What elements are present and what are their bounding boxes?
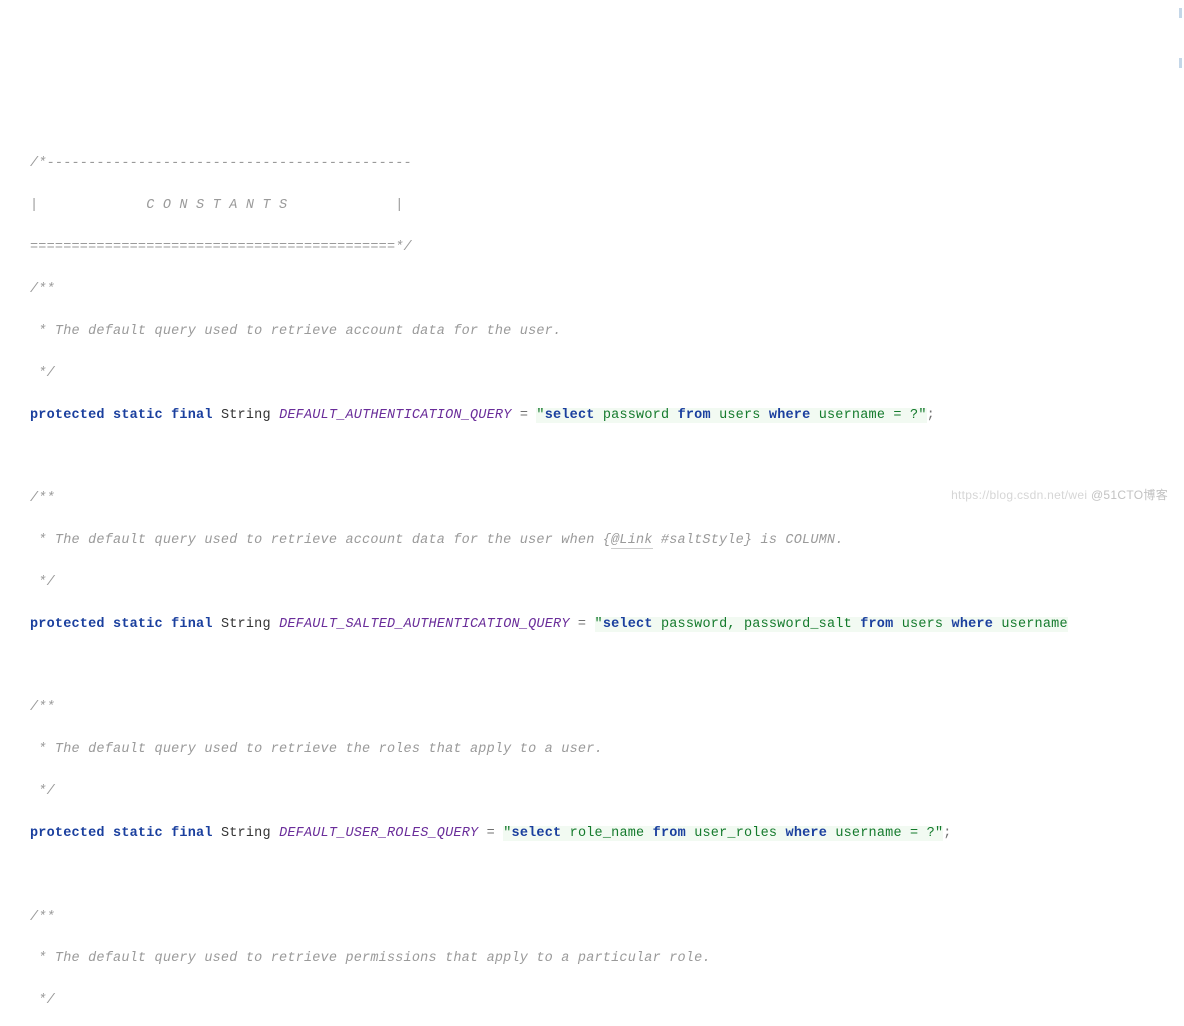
scroll-marker	[1179, 58, 1182, 68]
string: password, password_salt	[653, 617, 861, 632]
string-quote: "	[595, 617, 603, 632]
field-declaration: protected static final String DEFAULT_US…	[30, 824, 1184, 845]
keyword: protected static final	[30, 408, 213, 423]
string-quote: "	[918, 408, 926, 423]
comment-line: ========================================…	[30, 238, 1184, 259]
operator: =	[570, 617, 595, 632]
string: username	[993, 617, 1068, 632]
javadoc-line: * The default query used to retrieve acc…	[30, 531, 1184, 552]
watermark: https://blog.csdn.net/wei @51CTO博客	[951, 486, 1168, 505]
field-declaration: protected static final String DEFAULT_AU…	[30, 406, 1184, 427]
string: user_roles	[686, 826, 786, 841]
javadoc-line: * The default query used to retrieve acc…	[30, 322, 1184, 343]
semicolon: ;	[927, 408, 935, 423]
constant-name: DEFAULT_AUTHENTICATION_QUERY	[279, 408, 511, 423]
sql-keyword: select	[545, 408, 595, 423]
keyword: protected static final	[30, 826, 213, 841]
type: String	[221, 408, 271, 423]
string: password	[595, 408, 678, 423]
type: String	[221, 617, 271, 632]
scroll-marker	[1179, 8, 1182, 18]
sql-keyword: select	[603, 617, 653, 632]
type: String	[221, 826, 271, 841]
javadoc-line: * The default query used to retrieve per…	[30, 949, 1184, 970]
string-quote: "	[503, 826, 511, 841]
field-declaration: protected static final String DEFAULT_SA…	[30, 615, 1184, 636]
sql-keyword: from	[653, 826, 686, 841]
javadoc-line: /**	[30, 698, 1184, 719]
comment-line: /*--------------------------------------…	[30, 154, 1184, 175]
semicolon: ;	[943, 826, 951, 841]
javadoc-line: */	[30, 991, 1184, 1012]
string: username = ?	[810, 408, 918, 423]
comment-line: | C O N S T A N T S |	[30, 196, 1184, 217]
sql-keyword: where	[952, 617, 994, 632]
constant-name: DEFAULT_SALTED_AUTHENTICATION_QUERY	[279, 617, 570, 632]
blank-line	[30, 866, 1184, 887]
keyword: protected static final	[30, 617, 213, 632]
operator: =	[512, 408, 537, 423]
sql-keyword: from	[678, 408, 711, 423]
sql-keyword: where	[786, 826, 828, 841]
javadoc-line: /**	[30, 908, 1184, 929]
sql-keyword: select	[512, 826, 562, 841]
sql-keyword: where	[769, 408, 811, 423]
string: users	[893, 617, 951, 632]
blank-line	[30, 447, 1184, 468]
string-quote: "	[536, 408, 544, 423]
constant-name: DEFAULT_USER_ROLES_QUERY	[279, 826, 478, 841]
string-quote: "	[935, 826, 943, 841]
sql-keyword: from	[860, 617, 893, 632]
javadoc-line: * The default query used to retrieve the…	[30, 740, 1184, 761]
operator: =	[478, 826, 503, 841]
javadoc-line: */	[30, 573, 1184, 594]
string: role_name	[561, 826, 652, 841]
string: username = ?	[827, 826, 935, 841]
javadoc-line: /**	[30, 280, 1184, 301]
string: users	[711, 408, 769, 423]
javadoc-line: */	[30, 364, 1184, 385]
javadoc-line: */	[30, 782, 1184, 803]
javadoc-link: @Link	[611, 533, 653, 549]
blank-line	[30, 657, 1184, 678]
